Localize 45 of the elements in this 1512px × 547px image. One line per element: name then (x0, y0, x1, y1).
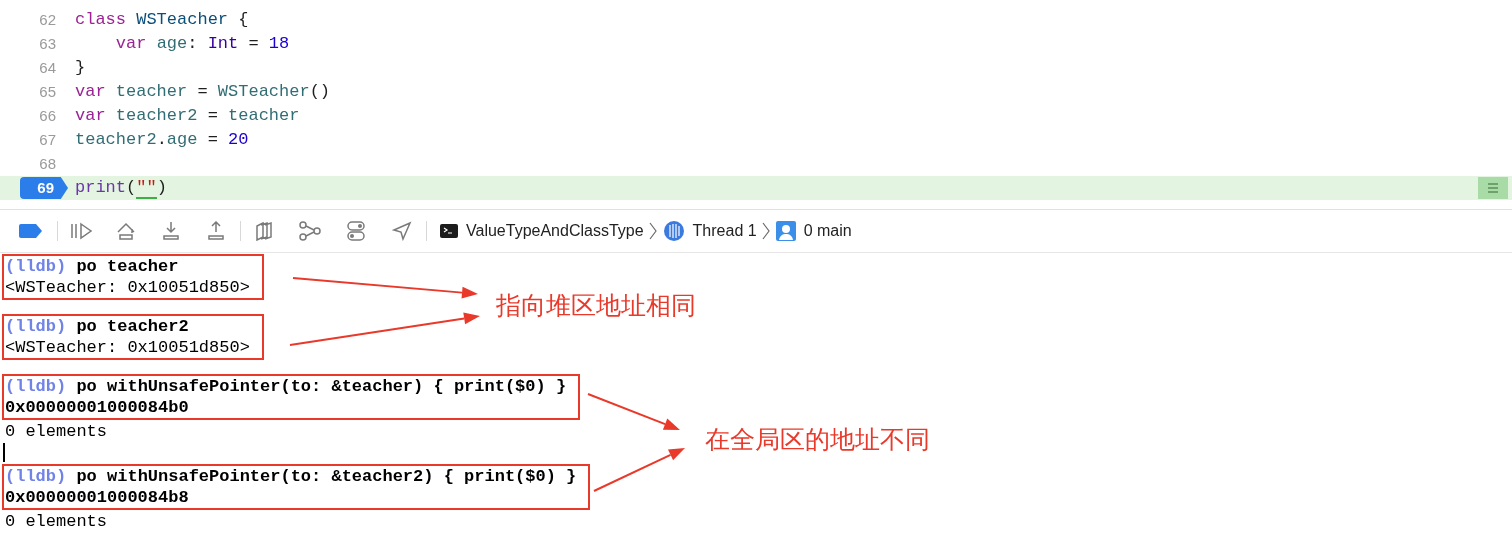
code-line: class WSTeacher { (75, 9, 249, 32)
annotation-label: 在全局区的地址不同 (705, 424, 930, 456)
view-hierarchy-icon[interactable] (254, 221, 274, 241)
console-output: 0x00000001000084b0 (5, 397, 189, 418)
breadcrumb-item[interactable]: Thread 1 (692, 219, 757, 243)
text-cursor (3, 443, 5, 462)
chevron-icon (648, 221, 657, 241)
chevron-icon (761, 221, 770, 241)
breadcrumb-item[interactable]: ValueTypeAndClassType (466, 219, 644, 243)
code-line: var age: Int = 18 (114, 33, 290, 56)
console-output: 0 elements (5, 421, 108, 442)
continue-icon[interactable] (70, 222, 94, 240)
thread-icon (662, 220, 685, 242)
line-number: 67 (38, 129, 56, 150)
console-command: (lldb) po withUnsafePointer(to: &teacher) { print($0) } (5, 376, 567, 397)
step-out-icon[interactable] (206, 221, 226, 241)
person-icon (775, 221, 796, 241)
console-output: 0 elements (5, 511, 108, 532)
toggle-settings-icon[interactable] (346, 220, 366, 242)
code-line: } (75, 57, 86, 80)
line-number: 62 (38, 9, 56, 30)
code-line: teacher2.age = 20 (75, 129, 249, 152)
breadcrumb-item[interactable]: 0 main (803, 219, 852, 243)
code-line: var teacher2 = teacher (75, 105, 300, 128)
console-command: (lldb) po teacher (5, 256, 179, 277)
step-over-icon[interactable] (115, 221, 137, 241)
line-number: 66 (38, 105, 56, 126)
location-arrow-icon[interactable] (392, 221, 412, 241)
console-command: (lldb) po teacher2 (5, 316, 189, 337)
breakpoint-toggle-icon[interactable] (19, 224, 43, 238)
line-number: 68 (38, 153, 56, 174)
annotation-label: 指向堆区地址相同 (496, 290, 696, 322)
console-output: 0x00000001000084b8 (5, 487, 189, 508)
console-command: (lldb) po withUnsafePointer(to: &teacher2) { print($0) } (5, 466, 577, 487)
terminal-icon (440, 224, 458, 238)
code-line: var teacher = WSTeacher() (75, 81, 331, 104)
step-into-icon[interactable] (161, 221, 181, 241)
console-output: <WSTeacher: 0x10051d850> (5, 337, 250, 358)
graph-icon[interactable] (298, 221, 322, 241)
line-number: 63 (38, 33, 56, 54)
code-line: print("") (75, 177, 167, 201)
line-number: 64 (38, 57, 56, 78)
console-output: <WSTeacher: 0x10051d850> (5, 277, 250, 298)
current-line-badge: 69 (20, 177, 68, 199)
line-number: 65 (38, 81, 56, 102)
